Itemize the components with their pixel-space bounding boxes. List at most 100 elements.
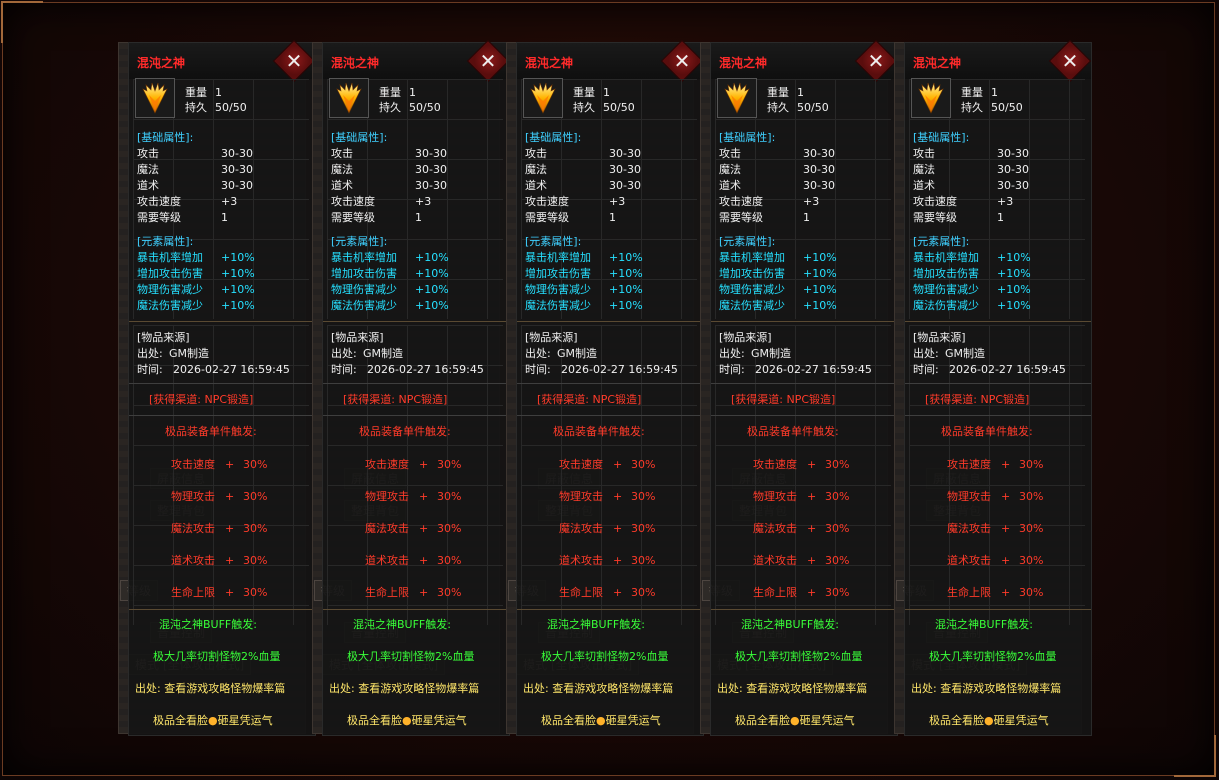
golden-wings-item-icon xyxy=(717,78,757,118)
element-stat-value: +10% xyxy=(803,283,837,296)
trigger-plus: + xyxy=(613,490,623,503)
section-divider xyxy=(517,321,703,322)
trigger-plus: + xyxy=(1001,458,1011,471)
trigger-label: 攻击速度 xyxy=(559,458,603,471)
close-button[interactable]: ✕ xyxy=(660,39,704,83)
trigger-value: 30% xyxy=(631,490,656,503)
base-stat-label: 攻击速度 xyxy=(913,195,957,208)
time-value: 2026-02-27 16:59:45 xyxy=(949,363,1066,376)
trigger-plus: + xyxy=(225,554,235,567)
element-stat-label: 魔法伤害减少 xyxy=(719,299,785,312)
base-stat-label: 魔法 xyxy=(137,163,159,176)
trigger-label: 道术攻击 xyxy=(753,554,797,567)
trigger-plus: + xyxy=(807,522,817,535)
section-divider xyxy=(129,321,315,322)
element-attributes-header: [元素属性]: xyxy=(331,235,388,248)
base-stat-label: 魔法 xyxy=(331,163,353,176)
trigger-label: 魔法攻击 xyxy=(171,522,215,535)
trigger-value: 30% xyxy=(243,490,268,503)
item-tooltip-card: 混沌之神 ✕ 重量 1 持久 50/50 [基础属性]: 攻击 30-30 魔法 30-30 道术 30… xyxy=(904,39,1092,736)
time-value: 2026-02-27 16:59:45 xyxy=(367,363,484,376)
close-button[interactable]: ✕ xyxy=(466,39,510,83)
trigger-plus: + xyxy=(807,458,817,471)
close-button[interactable]: ✕ xyxy=(1048,39,1092,83)
trigger-plus: + xyxy=(1001,586,1011,599)
base-stat-value: 30-30 xyxy=(803,179,835,192)
buff-header: 混沌之神BUFF触发: xyxy=(159,618,257,631)
section-divider xyxy=(905,609,1091,610)
base-stat-label: 道术 xyxy=(331,179,353,192)
luck-line: 极品全看脸●砸星凭运气 xyxy=(541,714,661,728)
trigger-value: 30% xyxy=(1019,522,1044,535)
luck-text-a: 极品全看脸 xyxy=(541,714,596,727)
trigger-label: 魔法攻击 xyxy=(753,522,797,535)
trigger-value: 30% xyxy=(825,522,850,535)
section-divider xyxy=(905,415,1091,416)
origin-label: 出处: xyxy=(331,347,357,360)
durability-label: 持久 xyxy=(573,101,595,114)
source-header: [物品来源] xyxy=(913,331,966,344)
section-divider xyxy=(517,609,703,610)
base-stat-value: 30-30 xyxy=(415,147,447,160)
trigger-label: 生命上限 xyxy=(171,586,215,599)
close-button[interactable]: ✕ xyxy=(272,39,316,83)
luck-text-b: 砸星凭运气 xyxy=(605,714,661,727)
buff-header: 混沌之神BUFF触发: xyxy=(547,618,645,631)
durability-value: 50/50 xyxy=(603,101,635,114)
durability-value: 50/50 xyxy=(991,101,1023,114)
element-stat-value: +10% xyxy=(997,267,1031,280)
trigger-plus: + xyxy=(419,458,429,471)
durability-label: 持久 xyxy=(379,101,401,114)
base-stat-label: 需要等级 xyxy=(137,211,181,224)
trigger-label: 魔法攻击 xyxy=(559,522,603,535)
element-attributes-header: [元素属性]: xyxy=(137,235,194,248)
trigger-plus: + xyxy=(807,490,817,503)
trigger-value: 30% xyxy=(825,554,850,567)
element-stat-value: +10% xyxy=(609,299,643,312)
base-stat-value: 1 xyxy=(803,211,810,224)
base-stat-value: 30-30 xyxy=(803,147,835,160)
base-stat-label: 攻击速度 xyxy=(525,195,569,208)
element-stat-label: 增加攻击伤害 xyxy=(331,267,397,280)
tooltip-header: 混沌之神 ✕ xyxy=(905,39,1092,83)
element-stat-label: 魔法伤害减少 xyxy=(525,299,591,312)
base-stat-value: 30-30 xyxy=(997,179,1029,192)
luck-text-a: 极品全看脸 xyxy=(929,714,984,727)
base-stat-label: 攻击 xyxy=(525,147,547,160)
trigger-value: 30% xyxy=(243,554,268,567)
base-stat-label: 道术 xyxy=(525,179,547,192)
section-divider xyxy=(129,383,315,384)
buff-description: 极大几率切割怪物2%血量 xyxy=(735,650,863,663)
close-button[interactable]: ✕ xyxy=(854,39,898,83)
section-divider xyxy=(517,415,703,416)
weight-value: 1 xyxy=(409,86,416,99)
trigger-value: 30% xyxy=(243,586,268,599)
origin-value: GM制造 xyxy=(363,347,404,360)
trigger-value: 30% xyxy=(631,522,656,535)
trigger-value: 30% xyxy=(1019,458,1044,471)
origin-label: 出处: xyxy=(137,347,163,360)
golden-wings-item-icon xyxy=(523,78,563,118)
close-icon: ✕ xyxy=(479,49,497,73)
element-stat-label: 暴击机率增加 xyxy=(719,251,785,264)
trigger-label: 生命上限 xyxy=(365,586,409,599)
trigger-header: 极品装备单件触发: xyxy=(747,425,839,438)
buff-header: 混沌之神BUFF触发: xyxy=(353,618,451,631)
trigger-label: 物理攻击 xyxy=(365,490,409,503)
close-icon: ✕ xyxy=(867,49,885,73)
tooltip-header: 混沌之神 ✕ xyxy=(517,39,704,83)
base-stat-label: 攻击速度 xyxy=(331,195,375,208)
element-stat-value: +10% xyxy=(221,251,255,264)
trigger-label: 攻击速度 xyxy=(947,458,991,471)
weight-label: 重量 xyxy=(379,86,401,99)
time-value: 2026-02-27 16:59:45 xyxy=(755,363,872,376)
trigger-plus: + xyxy=(225,522,235,535)
base-stat-value: 30-30 xyxy=(997,163,1029,176)
acquisition-channel: [获得渠道: NPC锻造] xyxy=(149,393,254,406)
close-icon: ✕ xyxy=(285,49,303,73)
buff-header: 混沌之神BUFF触发: xyxy=(741,618,839,631)
base-stat-value: +3 xyxy=(609,195,626,208)
section-divider xyxy=(129,415,315,416)
section-divider xyxy=(711,415,897,416)
trigger-plus: + xyxy=(419,554,429,567)
